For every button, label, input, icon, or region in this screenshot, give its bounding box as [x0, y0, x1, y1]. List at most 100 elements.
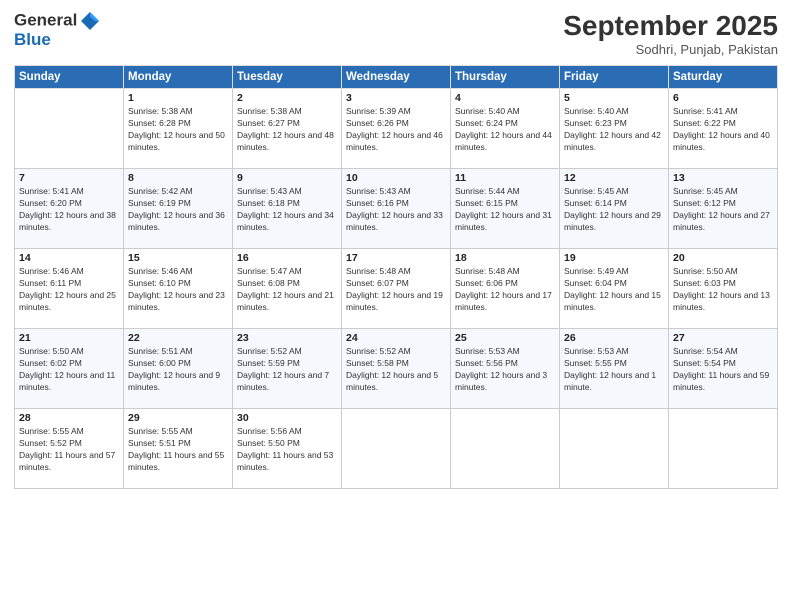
calendar-cell: 24 Sunrise: 5:52 AMSunset: 5:58 PMDaylig… — [342, 329, 451, 409]
calendar-cell: 25 Sunrise: 5:53 AMSunset: 5:56 PMDaylig… — [451, 329, 560, 409]
cell-date: 6 — [673, 92, 773, 104]
calendar-table: Sunday Monday Tuesday Wednesday Thursday… — [14, 65, 778, 489]
cell-info: Sunrise: 5:41 AMSunset: 6:20 PMDaylight:… — [19, 186, 119, 234]
cell-date: 16 — [237, 252, 337, 264]
calendar-cell: 17 Sunrise: 5:48 AMSunset: 6:07 PMDaylig… — [342, 249, 451, 329]
cell-date: 26 — [564, 332, 664, 344]
calendar-cell: 4 Sunrise: 5:40 AMSunset: 6:24 PMDayligh… — [451, 89, 560, 169]
cell-info: Sunrise: 5:52 AMSunset: 5:58 PMDaylight:… — [346, 346, 446, 394]
calendar-cell — [560, 409, 669, 489]
cell-date: 2 — [237, 92, 337, 104]
calendar-cell: 15 Sunrise: 5:46 AMSunset: 6:10 PMDaylig… — [124, 249, 233, 329]
col-sunday: Sunday — [15, 66, 124, 89]
cell-date: 15 — [128, 252, 228, 264]
calendar-cell: 27 Sunrise: 5:54 AMSunset: 5:54 PMDaylig… — [669, 329, 778, 409]
col-friday: Friday — [560, 66, 669, 89]
cell-date: 9 — [237, 172, 337, 184]
calendar-cell: 22 Sunrise: 5:51 AMSunset: 6:00 PMDaylig… — [124, 329, 233, 409]
cell-info: Sunrise: 5:43 AMSunset: 6:16 PMDaylight:… — [346, 186, 446, 234]
cell-date: 11 — [455, 172, 555, 184]
calendar-cell: 11 Sunrise: 5:44 AMSunset: 6:15 PMDaylig… — [451, 169, 560, 249]
calendar-cell: 8 Sunrise: 5:42 AMSunset: 6:19 PMDayligh… — [124, 169, 233, 249]
calendar-cell: 29 Sunrise: 5:55 AMSunset: 5:51 PMDaylig… — [124, 409, 233, 489]
cell-date: 5 — [564, 92, 664, 104]
cell-info: Sunrise: 5:53 AMSunset: 5:56 PMDaylight:… — [455, 346, 555, 394]
calendar-cell: 12 Sunrise: 5:45 AMSunset: 6:14 PMDaylig… — [560, 169, 669, 249]
calendar-cell: 7 Sunrise: 5:41 AMSunset: 6:20 PMDayligh… — [15, 169, 124, 249]
col-thursday: Thursday — [451, 66, 560, 89]
cell-date: 12 — [564, 172, 664, 184]
cell-date: 14 — [19, 252, 119, 264]
calendar-cell: 1 Sunrise: 5:38 AMSunset: 6:28 PMDayligh… — [124, 89, 233, 169]
cell-date: 21 — [19, 332, 119, 344]
cell-info: Sunrise: 5:49 AMSunset: 6:04 PMDaylight:… — [564, 266, 664, 314]
title-block: September 2025 Sodhri, Punjab, Pakistan — [563, 10, 778, 57]
cell-date: 4 — [455, 92, 555, 104]
cell-info: Sunrise: 5:43 AMSunset: 6:18 PMDaylight:… — [237, 186, 337, 234]
cell-date: 1 — [128, 92, 228, 104]
cell-info: Sunrise: 5:42 AMSunset: 6:19 PMDaylight:… — [128, 186, 228, 234]
cell-date: 22 — [128, 332, 228, 344]
calendar-cell: 19 Sunrise: 5:49 AMSunset: 6:04 PMDaylig… — [560, 249, 669, 329]
calendar-cell: 30 Sunrise: 5:56 AMSunset: 5:50 PMDaylig… — [233, 409, 342, 489]
cell-info: Sunrise: 5:48 AMSunset: 6:06 PMDaylight:… — [455, 266, 555, 314]
col-monday: Monday — [124, 66, 233, 89]
calendar-cell — [451, 409, 560, 489]
calendar-week-row: 14 Sunrise: 5:46 AMSunset: 6:11 PMDaylig… — [15, 249, 778, 329]
cell-info: Sunrise: 5:51 AMSunset: 6:00 PMDaylight:… — [128, 346, 228, 394]
cell-date: 25 — [455, 332, 555, 344]
cell-date: 18 — [455, 252, 555, 264]
cell-date: 29 — [128, 412, 228, 424]
calendar-cell: 26 Sunrise: 5:53 AMSunset: 5:55 PMDaylig… — [560, 329, 669, 409]
calendar-cell: 3 Sunrise: 5:39 AMSunset: 6:26 PMDayligh… — [342, 89, 451, 169]
calendar-cell: 2 Sunrise: 5:38 AMSunset: 6:27 PMDayligh… — [233, 89, 342, 169]
cell-date: 28 — [19, 412, 119, 424]
header: General Blue September 2025 Sodhri, Punj… — [14, 10, 778, 57]
cell-info: Sunrise: 5:44 AMSunset: 6:15 PMDaylight:… — [455, 186, 555, 234]
calendar-week-row: 7 Sunrise: 5:41 AMSunset: 6:20 PMDayligh… — [15, 169, 778, 249]
calendar-page: General Blue September 2025 Sodhri, Punj… — [0, 0, 792, 612]
calendar-cell: 10 Sunrise: 5:43 AMSunset: 6:16 PMDaylig… — [342, 169, 451, 249]
cell-date: 13 — [673, 172, 773, 184]
calendar-cell: 5 Sunrise: 5:40 AMSunset: 6:23 PMDayligh… — [560, 89, 669, 169]
cell-date: 10 — [346, 172, 446, 184]
col-saturday: Saturday — [669, 66, 778, 89]
cell-date: 30 — [237, 412, 337, 424]
calendar-cell: 9 Sunrise: 5:43 AMSunset: 6:18 PMDayligh… — [233, 169, 342, 249]
cell-date: 27 — [673, 332, 773, 344]
cell-date: 3 — [346, 92, 446, 104]
calendar-cell — [15, 89, 124, 169]
calendar-cell: 6 Sunrise: 5:41 AMSunset: 6:22 PMDayligh… — [669, 89, 778, 169]
cell-info: Sunrise: 5:52 AMSunset: 5:59 PMDaylight:… — [237, 346, 337, 394]
calendar-cell: 23 Sunrise: 5:52 AMSunset: 5:59 PMDaylig… — [233, 329, 342, 409]
calendar-cell — [669, 409, 778, 489]
cell-info: Sunrise: 5:50 AMSunset: 6:03 PMDaylight:… — [673, 266, 773, 314]
month-title: September 2025 — [563, 10, 778, 42]
header-row: Sunday Monday Tuesday Wednesday Thursday… — [15, 66, 778, 89]
cell-info: Sunrise: 5:55 AMSunset: 5:52 PMDaylight:… — [19, 426, 119, 474]
calendar-week-row: 21 Sunrise: 5:50 AMSunset: 6:02 PMDaylig… — [15, 329, 778, 409]
calendar-cell: 20 Sunrise: 5:50 AMSunset: 6:03 PMDaylig… — [669, 249, 778, 329]
cell-date: 17 — [346, 252, 446, 264]
cell-info: Sunrise: 5:38 AMSunset: 6:28 PMDaylight:… — [128, 106, 228, 154]
cell-date: 23 — [237, 332, 337, 344]
cell-info: Sunrise: 5:46 AMSunset: 6:10 PMDaylight:… — [128, 266, 228, 314]
cell-date: 19 — [564, 252, 664, 264]
calendar-week-row: 28 Sunrise: 5:55 AMSunset: 5:52 PMDaylig… — [15, 409, 778, 489]
calendar-cell — [342, 409, 451, 489]
cell-date: 7 — [19, 172, 119, 184]
calendar-cell: 13 Sunrise: 5:45 AMSunset: 6:12 PMDaylig… — [669, 169, 778, 249]
calendar-cell: 28 Sunrise: 5:55 AMSunset: 5:52 PMDaylig… — [15, 409, 124, 489]
cell-info: Sunrise: 5:55 AMSunset: 5:51 PMDaylight:… — [128, 426, 228, 474]
cell-info: Sunrise: 5:41 AMSunset: 6:22 PMDaylight:… — [673, 106, 773, 154]
cell-info: Sunrise: 5:46 AMSunset: 6:11 PMDaylight:… — [19, 266, 119, 314]
cell-info: Sunrise: 5:47 AMSunset: 6:08 PMDaylight:… — [237, 266, 337, 314]
calendar-cell: 18 Sunrise: 5:48 AMSunset: 6:06 PMDaylig… — [451, 249, 560, 329]
cell-info: Sunrise: 5:40 AMSunset: 6:23 PMDaylight:… — [564, 106, 664, 154]
cell-date: 20 — [673, 252, 773, 264]
col-wednesday: Wednesday — [342, 66, 451, 89]
cell-info: Sunrise: 5:50 AMSunset: 6:02 PMDaylight:… — [19, 346, 119, 394]
cell-info: Sunrise: 5:56 AMSunset: 5:50 PMDaylight:… — [237, 426, 337, 474]
cell-info: Sunrise: 5:53 AMSunset: 5:55 PMDaylight:… — [564, 346, 664, 394]
cell-info: Sunrise: 5:54 AMSunset: 5:54 PMDaylight:… — [673, 346, 773, 394]
